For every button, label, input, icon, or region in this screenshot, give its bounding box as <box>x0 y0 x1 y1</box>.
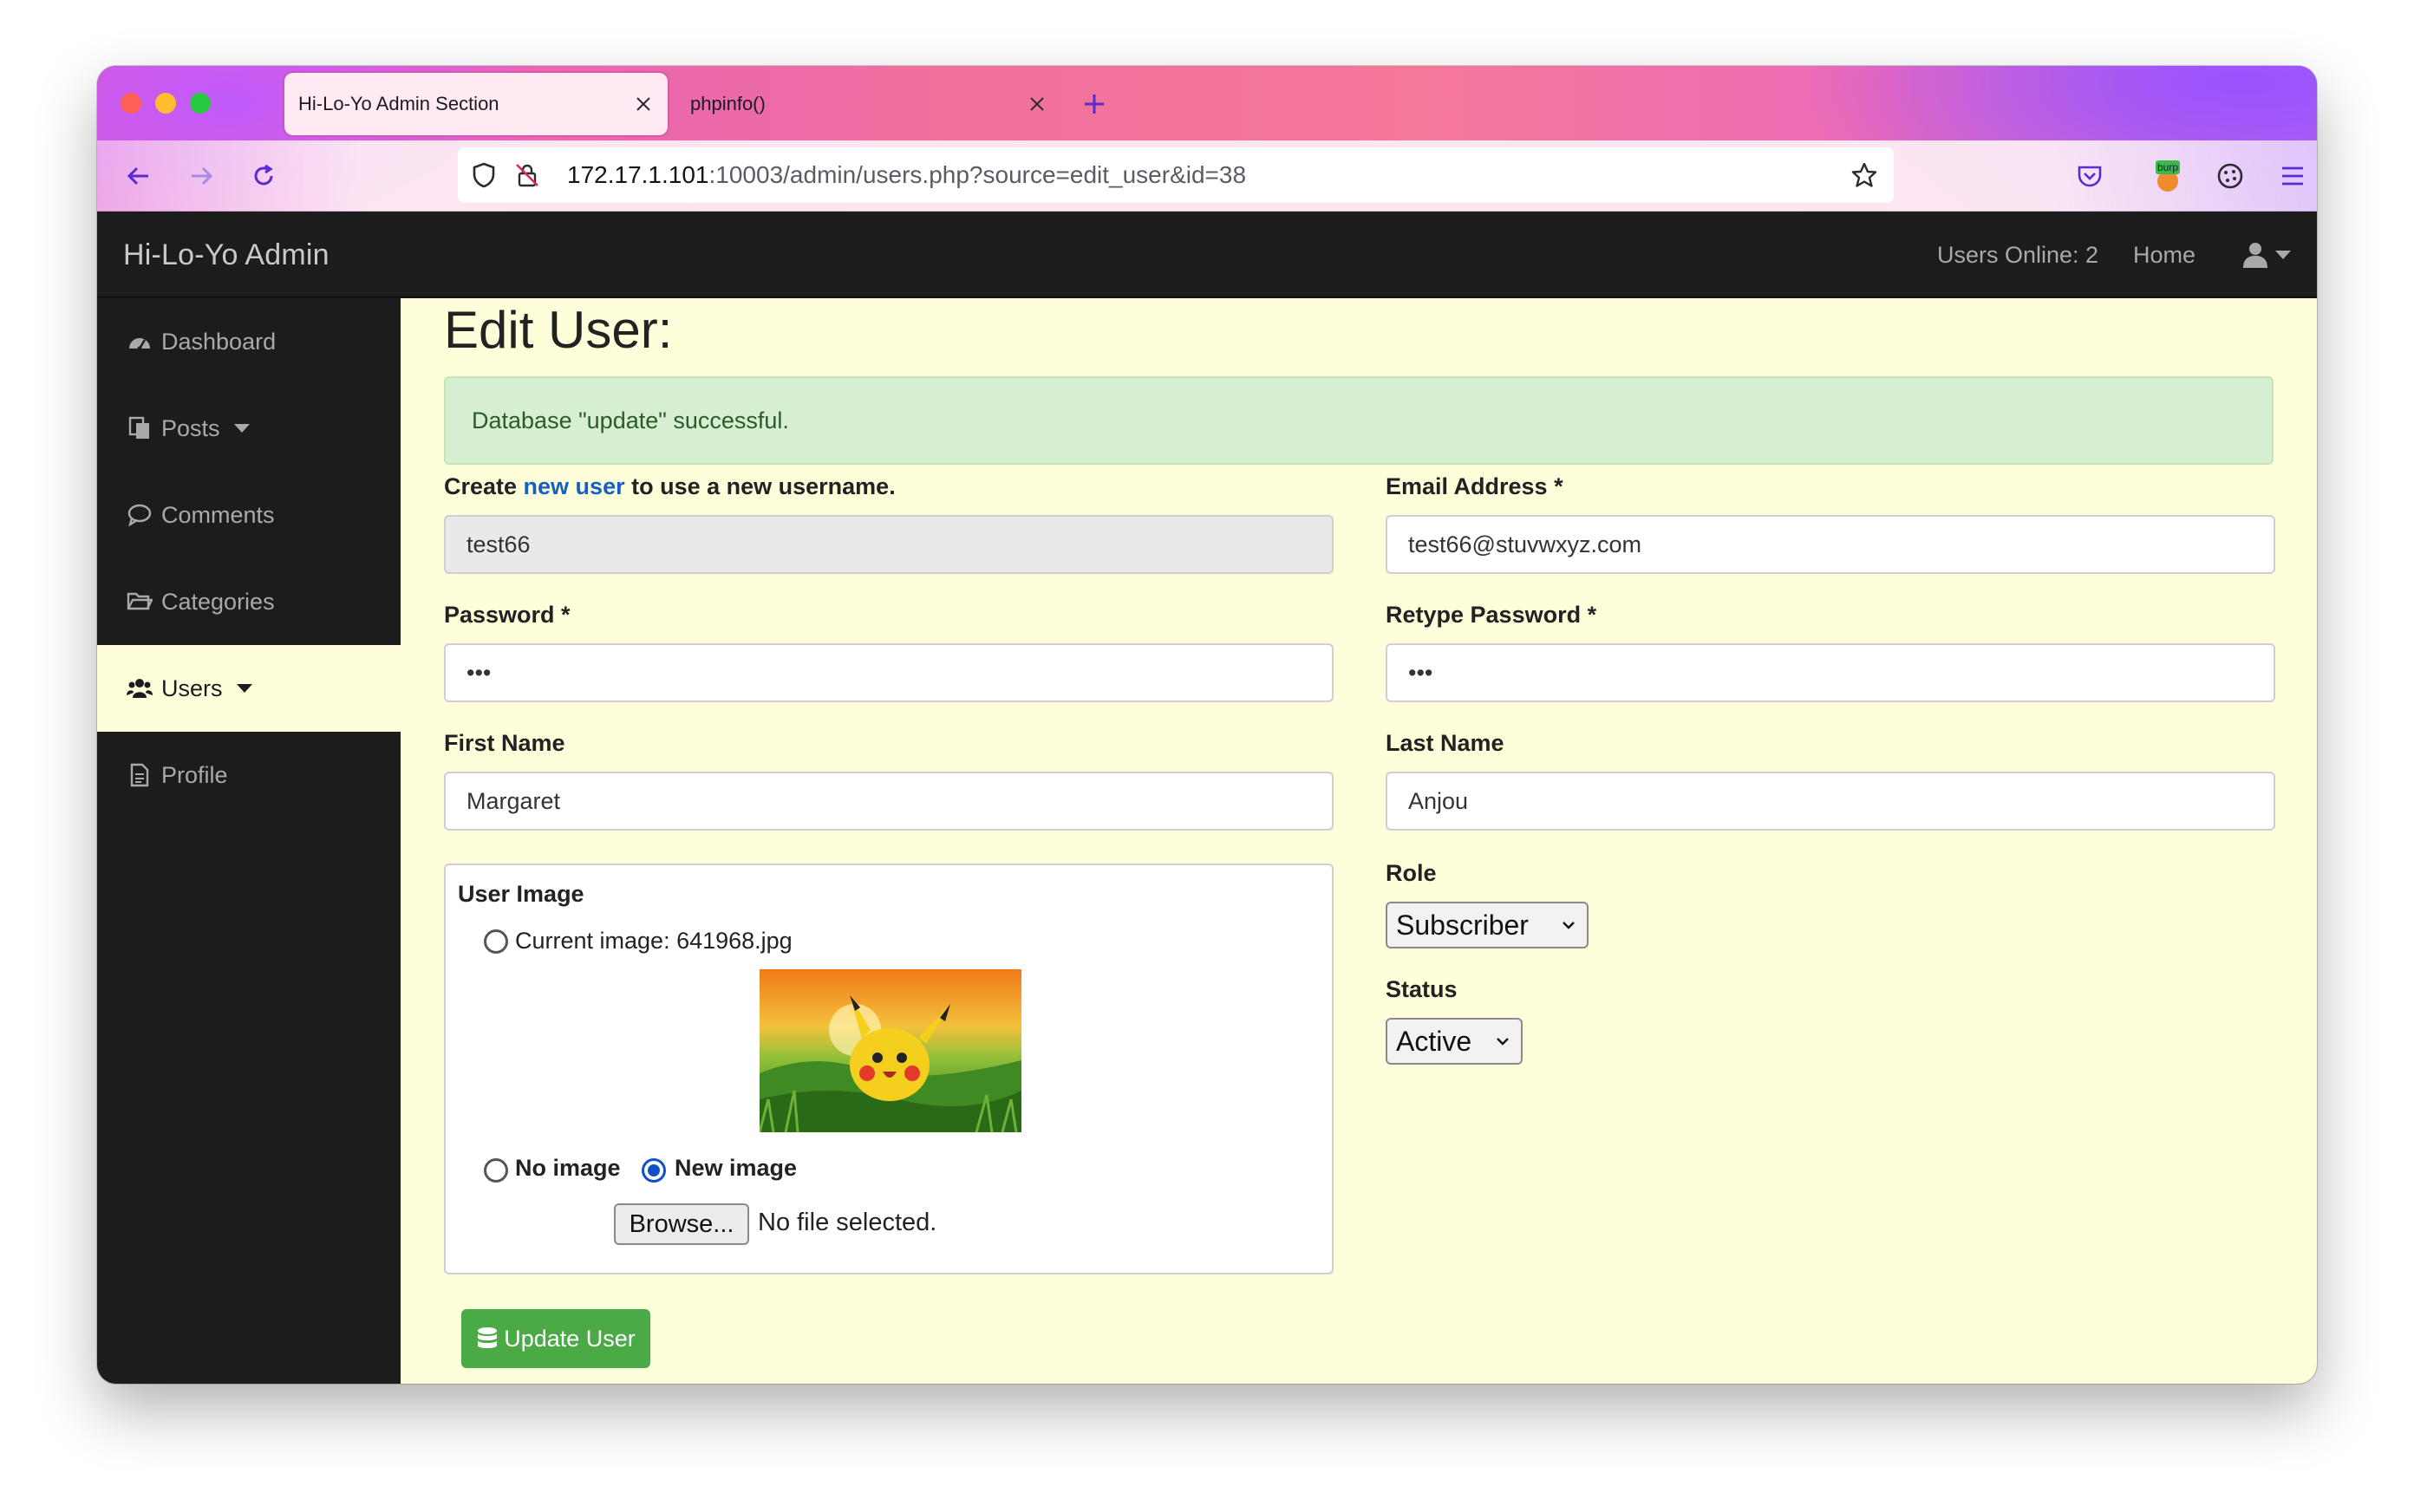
close-icon[interactable] <box>633 94 654 114</box>
burp-icon[interactable]: burp <box>2150 159 2185 193</box>
last-name-label: Last Name <box>1386 730 1504 756</box>
status-selected-value: Active <box>1396 1026 1472 1057</box>
role-selected-value: Subscriber <box>1396 909 1529 941</box>
sidebar-item-categories[interactable]: Categories <box>97 558 401 645</box>
web-page: Hi-Lo-Yo Admin Users Online: 2 Home Dash… <box>97 212 2317 1384</box>
new-user-link[interactable]: new user <box>524 473 625 499</box>
status-label: Status <box>1386 976 1458 1002</box>
status-select[interactable]: Active <box>1386 1018 1523 1065</box>
retype-password-label: Retype Password * <box>1386 602 1597 628</box>
sidebar-item-dashboard[interactable]: Dashboard <box>97 298 401 385</box>
url-path: :10003/admin/users.php?source=edit_user&… <box>708 161 1247 188</box>
reload-button[interactable] <box>246 159 281 193</box>
file-status-text: No file selected. <box>758 1209 937 1236</box>
url-host: 172.17.1.101 <box>567 161 709 188</box>
navigation-toolbar: 172.17.1.101:10003/admin/users.php?sourc… <box>97 140 2317 212</box>
pocket-icon[interactable] <box>2072 159 2107 193</box>
last-name-field[interactable]: Anjou <box>1386 772 2275 831</box>
cookie-icon[interactable] <box>2213 159 2248 193</box>
sidebar-item-label: Users <box>161 675 223 701</box>
page-title: Edit User: <box>444 301 673 359</box>
chevron-down-icon <box>233 424 250 433</box>
user-image-legend: User Image <box>458 881 584 907</box>
tab-phpinfo[interactable]: phpinfo() <box>676 73 1061 135</box>
new-image-label: New image <box>675 1155 798 1181</box>
chevron-down-icon <box>2275 251 2291 259</box>
posts-icon <box>127 415 153 441</box>
url-text[interactable]: 172.17.1.101:10003/admin/users.php?sourc… <box>567 147 1246 203</box>
comment-icon <box>127 502 153 528</box>
chevron-down-icon <box>1497 1038 1509 1046</box>
first-name-field[interactable]: Margaret <box>444 772 1334 831</box>
tab-strip: Hi-Lo-Yo Admin Section phpinfo() <box>97 66 2317 140</box>
insecure-lock-icon[interactable] <box>513 161 541 189</box>
dashboard-icon <box>127 329 153 355</box>
url-bar[interactable]: 172.17.1.101:10003/admin/users.php?sourc… <box>458 147 1894 203</box>
sidebar-item-label: Posts <box>161 414 220 441</box>
zoom-window-button[interactable] <box>190 93 211 114</box>
profile-icon <box>127 762 153 788</box>
burp-badge-text: burp <box>2157 161 2178 173</box>
tab-title: Hi-Lo-Yo Admin Section <box>298 93 499 114</box>
sidebar-item-label: Dashboard <box>161 328 277 355</box>
sidebar-item-comments[interactable]: Comments <box>97 472 401 558</box>
chevron-down-icon <box>236 684 252 693</box>
username-label-suffix: to use a new username. <box>624 473 896 499</box>
menu-icon[interactable] <box>2275 159 2310 193</box>
sidebar: Dashboard Posts Comments Categories User… <box>97 298 401 1384</box>
username-label: Create new user to use a new username. <box>444 473 896 500</box>
sidebar-item-users[interactable]: Users <box>97 645 401 732</box>
users-icon <box>127 675 153 701</box>
update-user-button[interactable]: Update User <box>461 1309 650 1368</box>
sidebar-item-label: Profile <box>161 761 228 788</box>
username-field[interactable]: test66 <box>444 515 1334 574</box>
no-image-label: No image <box>515 1155 621 1181</box>
top-navbar: Hi-Lo-Yo Admin Users Online: 2 Home <box>97 212 2317 298</box>
minimize-window-button[interactable] <box>155 93 176 114</box>
forward-button[interactable] <box>184 159 219 193</box>
home-link[interactable]: Home <box>2133 212 2195 298</box>
retype-password-field[interactable]: ••• <box>1386 643 2275 702</box>
role-select[interactable]: Subscriber <box>1386 902 1589 948</box>
main-content: Edit User: Database "update" successful.… <box>401 298 2317 1384</box>
tab-title: phpinfo() <box>690 93 766 114</box>
close-window-button[interactable] <box>121 93 141 114</box>
email-field[interactable]: test66@stuvwxyz.com <box>1386 515 2275 574</box>
no-image-radio[interactable] <box>484 1158 508 1183</box>
update-user-label: Update User <box>504 1325 636 1352</box>
users-online-text: Users Online: 2 <box>1937 242 2099 268</box>
sidebar-item-posts[interactable]: Posts <box>97 385 401 472</box>
new-tab-button[interactable] <box>1077 87 1112 121</box>
chevron-down-icon <box>1563 922 1575 929</box>
first-name-label: First Name <box>444 730 565 756</box>
new-image-radio[interactable] <box>642 1158 666 1183</box>
user-image-fieldset: User Image Current image: 641968.jpg No … <box>444 864 1334 1274</box>
database-icon <box>478 1327 498 1348</box>
user-icon <box>2243 243 2267 268</box>
email-label: Email Address * <box>1386 473 1563 499</box>
success-alert: Database "update" successful. <box>444 376 2274 465</box>
sidebar-item-profile[interactable]: Profile <box>97 732 401 818</box>
brand-link[interactable]: Hi-Lo-Yo Admin <box>123 212 329 298</box>
sidebar-item-label: Categories <box>161 588 275 615</box>
current-user-image <box>760 969 1021 1132</box>
browse-button[interactable]: Browse... <box>614 1203 749 1245</box>
password-field[interactable]: ••• <box>444 643 1334 702</box>
username-label-prefix: Create <box>444 473 524 499</box>
current-image-label: Current image: 641968.jpg <box>515 928 793 954</box>
current-image-radio[interactable] <box>484 929 508 954</box>
sidebar-item-label: Comments <box>161 501 275 528</box>
folder-icon <box>127 589 153 615</box>
user-menu-dropdown[interactable] <box>2242 212 2291 298</box>
browser-window: Hi-Lo-Yo Admin Section phpinfo() 172.17.… <box>97 66 2317 1384</box>
close-icon[interactable] <box>1027 94 1047 114</box>
browser-chrome: Hi-Lo-Yo Admin Section phpinfo() 172.17.… <box>97 66 2317 212</box>
bookmark-star-icon[interactable] <box>1850 161 1878 189</box>
shield-icon[interactable] <box>470 161 498 189</box>
back-button[interactable] <box>121 159 156 193</box>
role-label: Role <box>1386 860 1437 886</box>
password-label: Password * <box>444 602 571 628</box>
tab-admin-section[interactable]: Hi-Lo-Yo Admin Section <box>284 73 668 135</box>
